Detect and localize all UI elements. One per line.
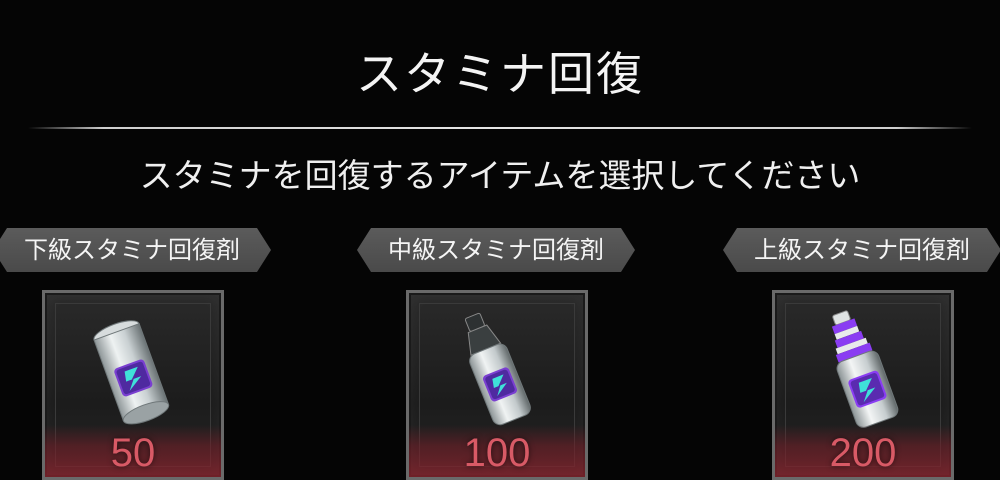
- stamina-item-mid[interactable]: 中級スタミナ回復剤 100: [356, 228, 636, 480]
- page-title: スタミナ回復: [356, 47, 644, 101]
- title-divider: [28, 127, 972, 129]
- stamina-value: 100: [463, 431, 531, 475]
- item-card[interactable]: 200: [772, 290, 954, 480]
- item-label: 中級スタミナ回復剤: [388, 236, 604, 264]
- instruction-text: スタミナを回復するアイテムを選択してください: [139, 156, 861, 195]
- item-card[interactable]: 50: [42, 290, 224, 480]
- item-label-tag: 中級スタミナ回復剤: [357, 228, 635, 272]
- item-label-tag: 下級スタミナ回復剤: [0, 228, 271, 272]
- stamina-item-high[interactable]: 上級スタミナ回復剤 200: [722, 228, 1000, 480]
- item-label: 上級スタミナ回復剤: [754, 236, 970, 264]
- item-label-tag: 上級スタミナ回復剤: [723, 228, 1000, 272]
- stamina-item-low[interactable]: 下級スタミナ回復剤 50: [0, 228, 272, 480]
- stamina-value: 200: [829, 431, 897, 475]
- stamina-value: 50: [110, 431, 156, 475]
- item-card[interactable]: 100: [406, 290, 588, 480]
- item-label: 下級スタミナ回復剤: [24, 236, 240, 264]
